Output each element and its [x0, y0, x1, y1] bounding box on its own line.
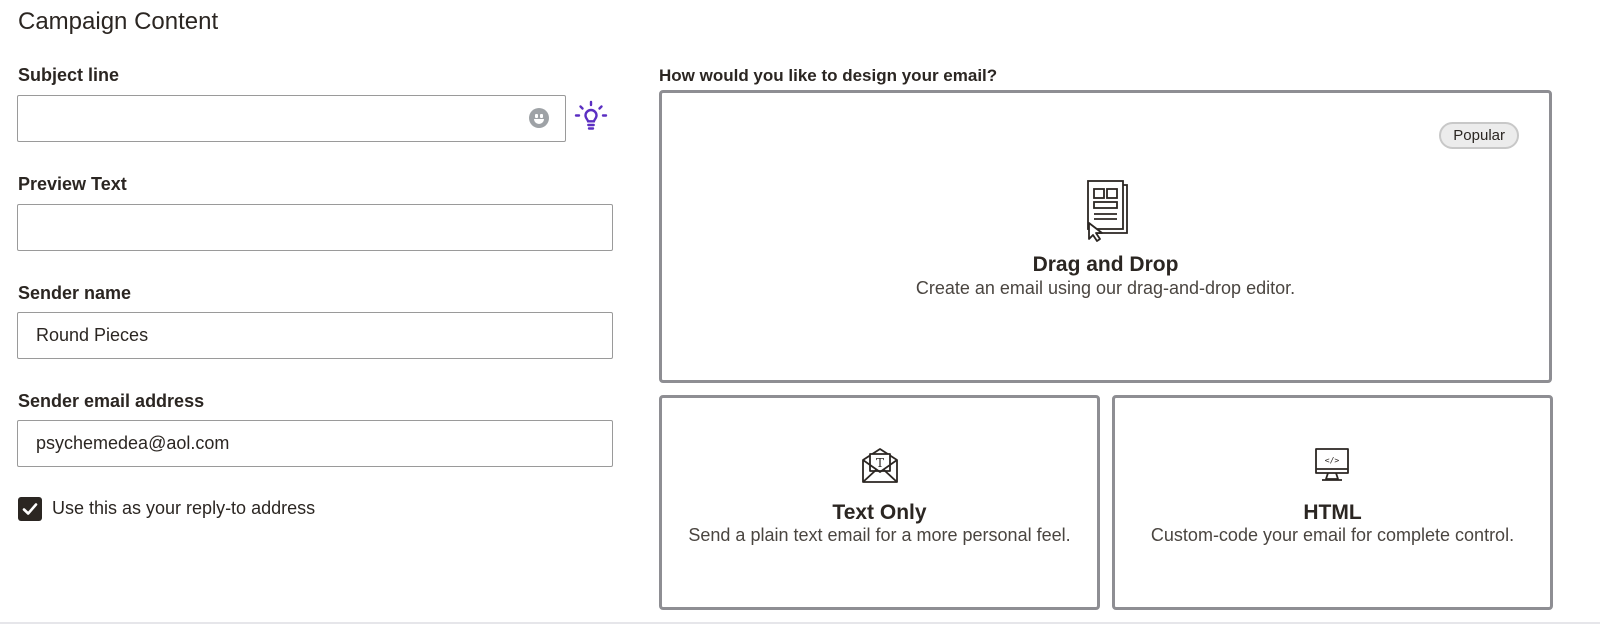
lightbulb-icon[interactable] — [573, 99, 609, 135]
text-only-option[interactable]: T Text Only Send a plain text email for … — [659, 395, 1100, 610]
emoji-picker-icon[interactable] — [529, 108, 549, 128]
popular-badge: Popular — [1439, 122, 1519, 149]
svg-text:T: T — [876, 456, 884, 470]
drag-and-drop-option[interactable]: Popular Drag and Drop Create an email us… — [659, 90, 1552, 383]
section-divider — [0, 622, 1600, 624]
svg-text:</>: </> — [1325, 456, 1340, 465]
preview-text-label: Preview Text — [18, 174, 127, 194]
sender-name-input[interactable] — [17, 312, 613, 359]
text-only-title: Text Only — [832, 501, 927, 524]
text-only-description: Send a plain text email for a more perso… — [688, 525, 1071, 545]
html-title: HTML — [1303, 501, 1362, 524]
sender-email-input[interactable] — [17, 420, 613, 467]
drag-and-drop-description: Create an email using our drag-and-drop … — [915, 278, 1296, 298]
section-title: Campaign Content — [18, 8, 219, 35]
envelope-text-icon: T — [862, 448, 898, 483]
reply-to-label: Use this as your reply-to address — [52, 498, 316, 518]
design-question: How would you like to design your email? — [659, 66, 998, 85]
drag-drop-layout-icon — [1087, 180, 1128, 242]
sender-email-label: Sender email address — [18, 391, 205, 411]
subject-line-label: Subject line — [18, 65, 120, 85]
subject-line-input[interactable] — [17, 95, 566, 142]
html-description: Custom-code your email for complete cont… — [1150, 525, 1515, 545]
monitor-code-icon: </> — [1315, 448, 1349, 481]
drag-and-drop-title: Drag and Drop — [1032, 253, 1179, 276]
checkmark-icon — [22, 503, 38, 515]
sender-name-label: Sender name — [18, 283, 132, 303]
reply-to-checkbox[interactable] — [18, 497, 42, 521]
html-option[interactable]: </> HTML Custom-code your email for comp… — [1112, 395, 1553, 610]
preview-text-input[interactable] — [17, 204, 613, 251]
